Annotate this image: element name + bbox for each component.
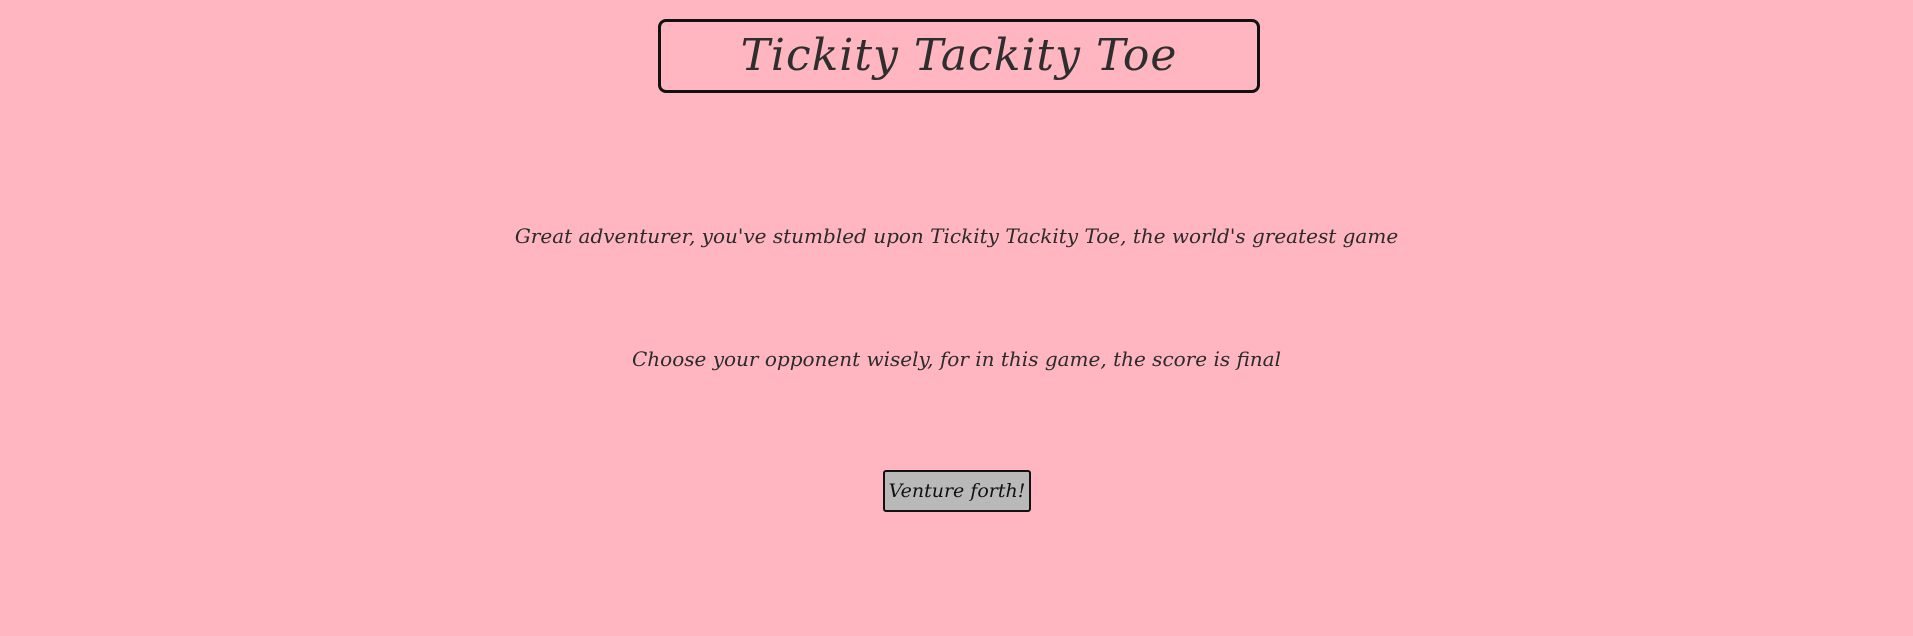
title-banner: Tickity Tackity Toe [658,19,1260,93]
opponent-hint-text: Choose your opponent wisely, for in this… [631,347,1281,371]
venture-forth-button[interactable]: Venture forth! [883,470,1031,512]
page-title: Tickity Tackity Toe [740,30,1178,81]
intro-text: Great adventurer, you've stumbled upon T… [514,224,1399,248]
